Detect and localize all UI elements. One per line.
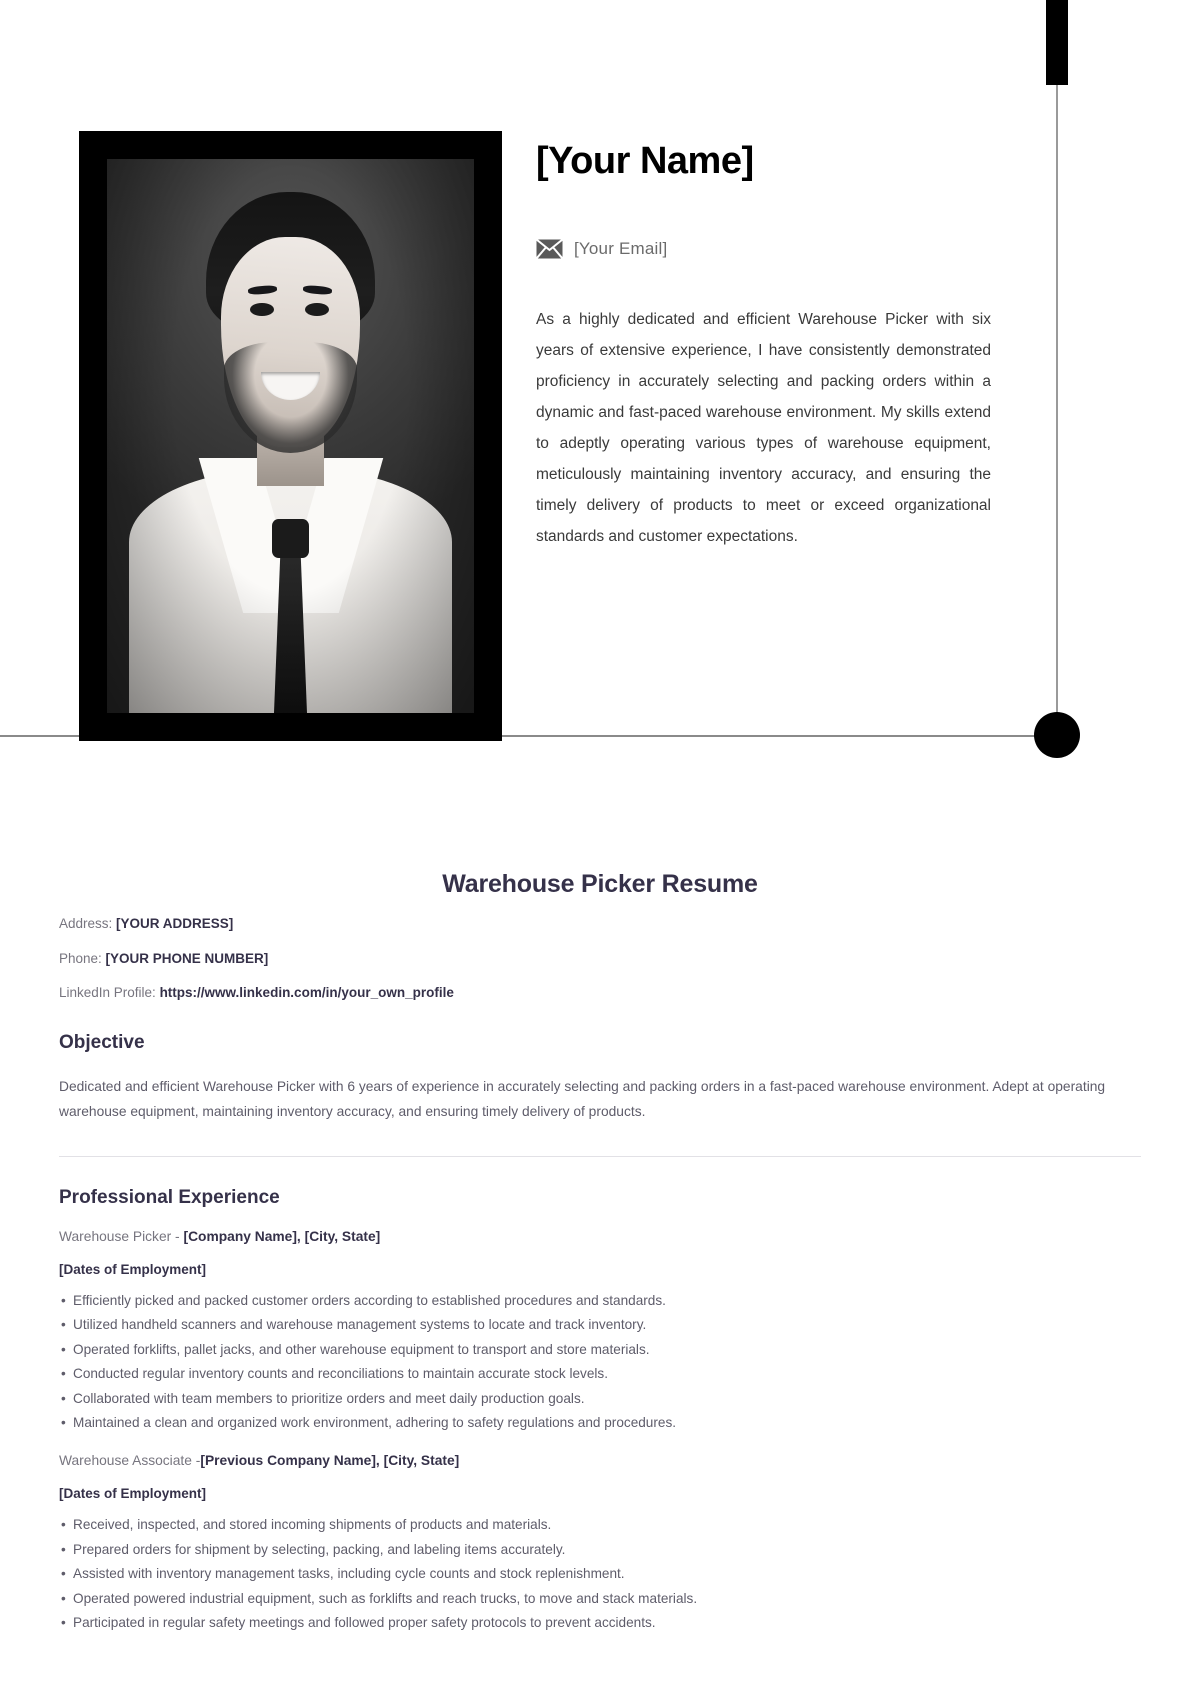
resume-body: Warehouse Picker Resume Address: [YOUR A…	[0, 760, 1200, 1653]
address-value: [YOUR ADDRESS]	[116, 916, 234, 931]
candidate-name: [Your Name]	[536, 140, 754, 182]
job-dates: [Dates of Employment]	[59, 1486, 207, 1502]
contact-linkedin[interactable]: LinkedIn Profile: https://www.linkedin.c…	[59, 984, 1141, 1002]
list-item: Participated in regular safety meetings …	[59, 1611, 1141, 1635]
profile-photo-frame	[79, 131, 502, 741]
job-role: Warehouse Picker -	[59, 1228, 184, 1244]
hero-section: [Your Name] [Your Email] As a highly ded…	[0, 0, 1200, 741]
objective-heading: Objective	[59, 1031, 145, 1053]
envelope-icon	[536, 238, 563, 259]
job-bullet-list: Received, inspected, and stored incoming…	[59, 1513, 1141, 1635]
experience-heading: Professional Experience	[59, 1186, 280, 1208]
list-item: Prepared orders for shipment by selectin…	[59, 1538, 1141, 1562]
job-dates: [Dates of Employment]	[59, 1261, 207, 1277]
job-role: Warehouse Associate -	[59, 1453, 201, 1469]
list-item: Conducted regular inventory counts and r…	[59, 1362, 1141, 1386]
list-item: Operated powered industrial equipment, s…	[59, 1587, 1141, 1611]
page-title: Warehouse Picker Resume	[442, 870, 758, 898]
email-row: [Your Email]	[536, 238, 991, 259]
list-item: Efficiently picked and packed customer o…	[59, 1289, 1141, 1313]
list-item: Received, inspected, and stored incoming…	[59, 1513, 1141, 1537]
phone-value: [YOUR PHONE NUMBER]	[105, 950, 269, 966]
phone-label: Phone:	[59, 950, 106, 966]
hero-text-column: [Your Name] [Your Email] As a highly ded…	[536, 140, 991, 552]
list-item: Assisted with inventory management tasks…	[59, 1562, 1141, 1586]
objective-text: Dedicated and efficient Warehouse Picker…	[59, 1078, 1106, 1119]
job-bullet-list: Efficiently picked and packed customer o…	[59, 1289, 1141, 1436]
portrait-vignette	[107, 159, 474, 713]
experience-entry: Warehouse Associate -[Previous Company N…	[59, 1453, 1141, 1635]
portrait-image	[107, 159, 474, 713]
email-value: [Your Email]	[574, 238, 668, 258]
list-item: Maintained a clean and organized work en…	[59, 1411, 1141, 1435]
job-company: [Previous Company Name], [City, State]	[200, 1453, 460, 1469]
contact-address: Address: [YOUR ADDRESS]	[59, 915, 1141, 933]
experience-entry: Warehouse Picker - [Company Name], [City…	[59, 1229, 1141, 1436]
list-item: Operated forklifts, pallet jacks, and ot…	[59, 1338, 1141, 1362]
hero-summary: As a highly dedicated and efficient Ware…	[536, 310, 991, 545]
job-company: [Company Name], [City, State]	[183, 1228, 381, 1244]
linkedin-value[interactable]: https://www.linkedin.com/in/your_own_pro…	[160, 985, 454, 1000]
section-divider	[59, 1155, 1141, 1157]
job-title-line: Warehouse Picker - [Company Name], [City…	[59, 1229, 1141, 1244]
profile-photo	[107, 159, 474, 713]
list-item: Collaborated with team members to priori…	[59, 1387, 1141, 1411]
contact-phone: Phone: [YOUR PHONE NUMBER]	[59, 950, 1141, 968]
list-item: Utilized handheld scanners and warehouse…	[59, 1313, 1141, 1337]
resume-content: Address: [YOUR ADDRESS] Phone: [YOUR PHO…	[0, 915, 1200, 1635]
linkedin-label: LinkedIn Profile:	[59, 985, 160, 1001]
resume-page: [Your Name] [Your Email] As a highly ded…	[0, 0, 1200, 1700]
job-title-line: Warehouse Associate -[Previous Company N…	[59, 1453, 1141, 1468]
address-label: Address:	[59, 916, 117, 931]
